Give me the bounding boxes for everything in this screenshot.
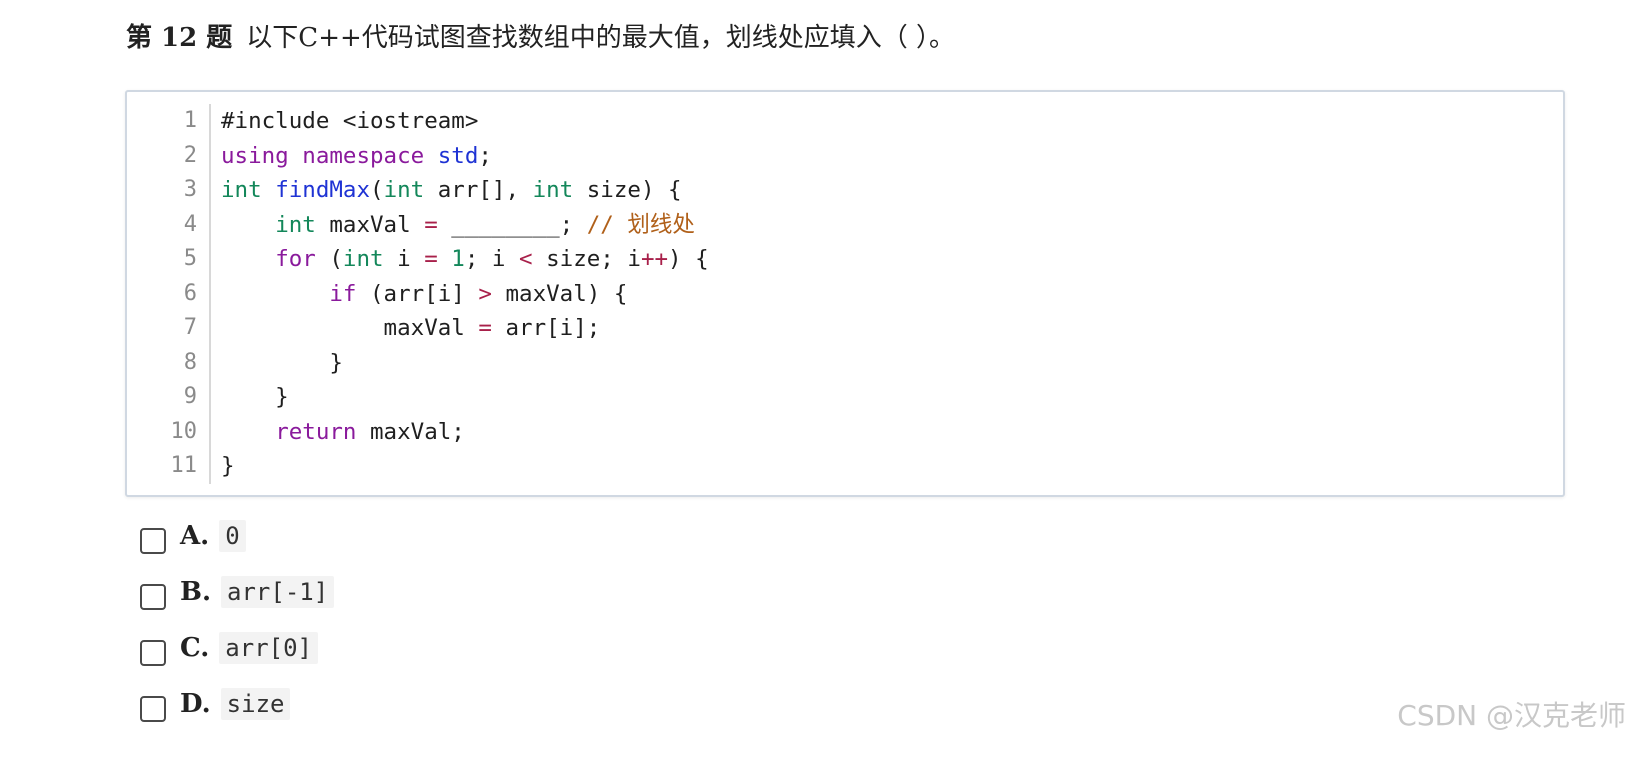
code-token: int bbox=[275, 211, 316, 238]
question-text: 以下C++代码试图查找数组中的最大值，划线处应填入（ ）。 bbox=[246, 23, 956, 53]
checkbox-b[interactable] bbox=[140, 584, 166, 610]
code-token: = bbox=[478, 315, 492, 341]
line-number: 2 bbox=[183, 142, 197, 168]
line-number: 4 bbox=[183, 211, 197, 237]
option-value: size bbox=[220, 688, 291, 720]
option-b[interactable]: B. arr[-1] bbox=[140, 564, 335, 620]
code-token: arr[], bbox=[424, 177, 533, 203]
question-number: 第 12 题 bbox=[126, 23, 233, 53]
code-token: int bbox=[532, 177, 574, 203]
line-number: 3 bbox=[183, 177, 197, 202]
code-token: size) { bbox=[573, 177, 682, 203]
code-token: ++ bbox=[640, 246, 669, 272]
code-token: ; i bbox=[464, 246, 520, 272]
code-lines: #include <iostream> using namespace std; i… bbox=[211, 104, 709, 484]
watermark: CSDN @汉克老师 bbox=[1397, 699, 1626, 732]
code-token: 1 bbox=[451, 246, 465, 272]
code-token: namespace bbox=[302, 142, 425, 169]
line-number-gutter: 1 2 3 4 5 6 7 8 9 10 11 bbox=[127, 104, 211, 484]
code-token: int bbox=[383, 177, 425, 203]
code-line: return maxVal; bbox=[221, 415, 709, 450]
code-token: } bbox=[221, 349, 343, 376]
code-token: ( bbox=[370, 177, 384, 203]
option-d[interactable]: D. size bbox=[140, 676, 334, 732]
code-token: (arr[i] bbox=[356, 280, 479, 307]
code-token: ( bbox=[315, 246, 343, 272]
code-token: int bbox=[342, 246, 384, 272]
line-number: 11 bbox=[170, 453, 198, 478]
code-token: std bbox=[437, 142, 479, 169]
code-token: using bbox=[221, 142, 289, 169]
code-token: for bbox=[275, 246, 316, 272]
option-a[interactable]: A. 0 bbox=[140, 508, 334, 564]
code-line: #include <iostream> bbox=[221, 104, 709, 139]
line-number: 6 bbox=[183, 280, 197, 306]
code-token: if bbox=[329, 280, 357, 307]
code-token: < bbox=[519, 246, 533, 272]
code-token: = bbox=[424, 246, 438, 272]
question-title: 第 12 题以下C++代码试图查找数组中的最大值，划线处应填入（ ）。 bbox=[126, 18, 955, 58]
code-line: } bbox=[221, 380, 709, 415]
line-number: 9 bbox=[183, 384, 197, 409]
code-token: int bbox=[221, 177, 262, 203]
answer-options: A. 0 B. arr[-1] C. arr[0] D. size bbox=[140, 508, 335, 732]
code-token: > bbox=[478, 280, 492, 307]
option-value: 0 bbox=[219, 520, 246, 552]
code-token: } bbox=[221, 453, 235, 479]
option-value: arr[0] bbox=[219, 632, 318, 664]
code-token: maxVal) { bbox=[491, 280, 628, 307]
code-token: i bbox=[383, 246, 425, 272]
checkbox-a[interactable] bbox=[140, 528, 166, 554]
code-token: maxVal; bbox=[356, 418, 465, 445]
checkbox-c[interactable] bbox=[140, 640, 166, 666]
option-letter: B. bbox=[180, 577, 212, 607]
code-line: } bbox=[221, 346, 709, 381]
code-token: arr[i]; bbox=[491, 315, 601, 341]
line-number: 5 bbox=[183, 246, 197, 271]
code-token: // 划线处 bbox=[586, 211, 695, 238]
code-token: return bbox=[275, 418, 357, 445]
checkbox-d[interactable] bbox=[140, 696, 166, 722]
code-token: = bbox=[424, 211, 438, 238]
code-token: ; bbox=[478, 142, 492, 169]
line-number: 8 bbox=[183, 349, 197, 375]
code-line: } bbox=[221, 449, 709, 484]
code-block: 1 2 3 4 5 6 7 8 9 10 11 #include <iostream> using n… bbox=[125, 90, 1565, 497]
code-token: size; i bbox=[532, 246, 641, 272]
line-number: 7 bbox=[183, 315, 197, 340]
option-c[interactable]: C. arr[0] bbox=[140, 620, 334, 676]
code-token: #include <iostream> bbox=[221, 108, 479, 134]
code-line: int findMax(int arr[], int size) { bbox=[221, 173, 709, 208]
code-token: findMax bbox=[275, 177, 371, 203]
code-token: maxVal bbox=[315, 211, 425, 238]
line-number: 10 bbox=[170, 418, 198, 444]
code-token: } bbox=[221, 384, 289, 410]
option-value: arr[-1] bbox=[221, 576, 335, 608]
code-line: if (arr[i] > maxVal) { bbox=[221, 277, 709, 312]
code-token: ) { bbox=[668, 246, 709, 272]
code-token: ________; bbox=[437, 211, 587, 238]
option-letter: A. bbox=[180, 521, 210, 551]
code-token: maxVal bbox=[221, 315, 479, 341]
option-letter: D. bbox=[180, 689, 211, 719]
code-line: using namespace std; bbox=[221, 139, 709, 174]
code-line: for (int i = 1; i < size; i++) { bbox=[221, 242, 709, 277]
code-line: int maxVal = ________; // 划线处 bbox=[221, 208, 709, 243]
code-line: maxVal = arr[i]; bbox=[221, 311, 709, 346]
option-letter: C. bbox=[180, 633, 210, 663]
line-number: 1 bbox=[183, 108, 197, 133]
